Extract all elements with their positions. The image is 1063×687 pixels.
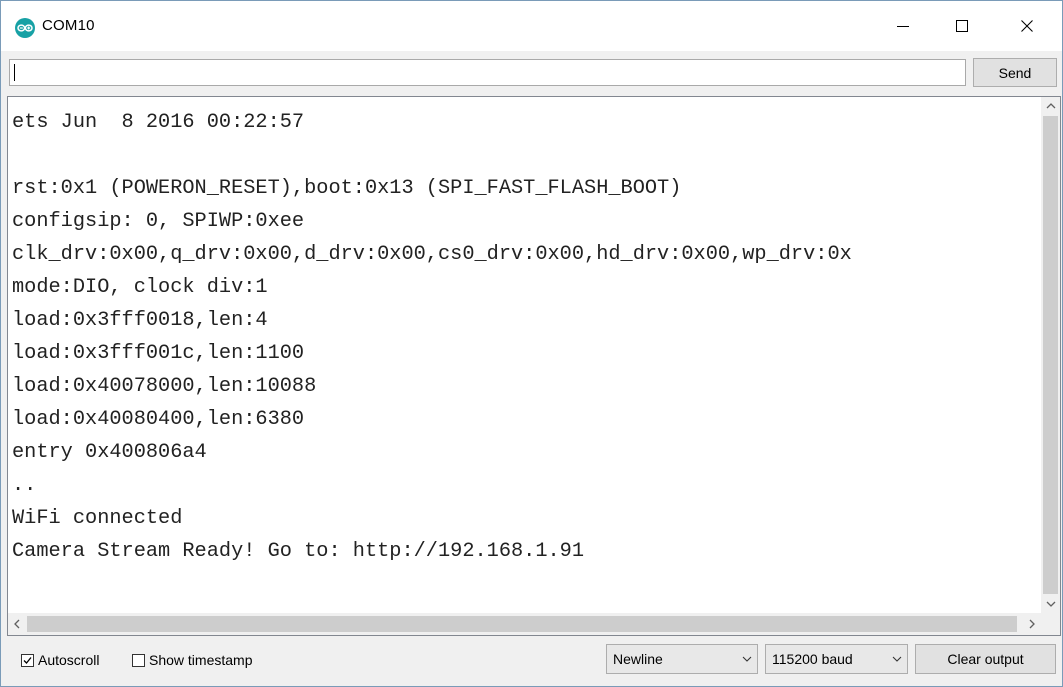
serial-monitor-window: COM10 Send ets Jun 8 2016 00:22:57 rst:0x… — [0, 0, 1063, 687]
vertical-scrollbar[interactable] — [1041, 97, 1060, 613]
checkmark-icon — [23, 656, 32, 664]
serial-send-input[interactable] — [9, 59, 966, 86]
chevron-right-icon — [1029, 619, 1035, 629]
scrollbar-corner — [1041, 613, 1060, 635]
title-bar[interactable]: COM10 — [1, 1, 1062, 51]
show-timestamp-checkbox[interactable] — [132, 653, 145, 667]
output-line: rst:0x1 (POWERON_RESET),boot:0x13 (SPI_F… — [12, 177, 682, 200]
text-caret — [14, 64, 15, 81]
bottom-toolbar: Autoscroll Show timestamp Newline 115200… — [1, 637, 1062, 686]
send-row: Send — [1, 51, 1062, 95]
output-line: load:0x3fff001c,len:1100 — [12, 342, 305, 365]
output-line: load:0x3fff0018,len:4 — [12, 309, 268, 332]
close-icon — [1021, 20, 1033, 32]
output-line: entry 0x400806a4 — [12, 441, 207, 464]
show-timestamp-label: Show timestamp — [149, 652, 253, 668]
horizontal-scroll-thumb[interactable] — [27, 616, 1017, 632]
baud-rate-value: 115200 baud — [772, 651, 853, 667]
minimize-icon — [897, 26, 909, 27]
window-title: COM10 — [42, 17, 95, 34]
serial-output-area[interactable]: ets Jun 8 2016 00:22:57 rst:0x1 (POWERON_… — [7, 96, 1061, 636]
autoscroll-label: Autoscroll — [38, 652, 100, 668]
chevron-up-icon — [1046, 103, 1055, 109]
send-button[interactable]: Send — [973, 58, 1057, 87]
show-timestamp-toggle[interactable]: Show timestamp — [132, 652, 252, 668]
output-line: ets Jun 8 2016 00:22:57 — [12, 111, 305, 134]
output-line: configsip: 0, SPIWP:0xee — [12, 210, 305, 233]
output-line: .. — [12, 474, 37, 497]
scroll-down-button[interactable] — [1041, 595, 1060, 613]
autoscroll-checkbox[interactable] — [21, 653, 34, 667]
chevron-down-icon — [887, 656, 907, 662]
maximize-icon — [956, 20, 968, 32]
autoscroll-toggle[interactable]: Autoscroll — [21, 652, 99, 668]
scroll-left-button[interactable] — [8, 613, 26, 635]
scroll-right-button[interactable] — [1023, 613, 1041, 635]
chevron-down-icon — [1046, 601, 1055, 607]
arduino-logo-icon — [15, 18, 35, 38]
scroll-up-button[interactable] — [1041, 97, 1060, 115]
output-line: mode:DIO, clock div:1 — [12, 276, 268, 299]
vertical-scroll-thumb[interactable] — [1043, 116, 1058, 594]
output-line: load:0x40080400,len:6380 — [12, 408, 305, 431]
close-button[interactable] — [1004, 1, 1050, 51]
output-line: WiFi connected — [12, 507, 183, 530]
maximize-button[interactable] — [939, 1, 985, 51]
line-ending-select[interactable]: Newline — [606, 644, 758, 674]
horizontal-scrollbar[interactable] — [8, 613, 1041, 635]
chevron-left-icon — [14, 619, 20, 629]
output-line: Camera Stream Ready! Go to: http://192.1… — [12, 540, 585, 563]
line-ending-value: Newline — [613, 651, 663, 667]
serial-output-text[interactable]: ets Jun 8 2016 00:22:57 rst:0x1 (POWERON_… — [12, 106, 1034, 611]
chevron-down-icon — [737, 656, 757, 662]
output-line: clk_drv:0x00,q_drv:0x00,d_drv:0x00,cs0_d… — [12, 243, 852, 266]
baud-rate-select[interactable]: 115200 baud — [765, 644, 908, 674]
minimize-button[interactable] — [880, 1, 926, 51]
output-line: load:0x40078000,len:10088 — [12, 375, 317, 398]
clear-output-button[interactable]: Clear output — [915, 644, 1056, 674]
